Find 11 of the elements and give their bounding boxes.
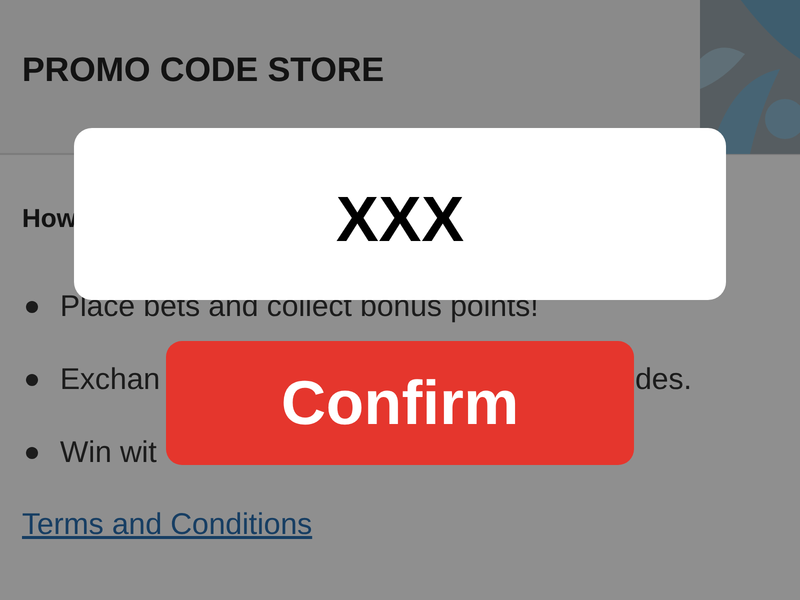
bullet-text: Exchan bbox=[60, 363, 160, 397]
terms-link[interactable]: Terms and Conditions bbox=[22, 508, 312, 542]
store-title: PROMO CODE STORE bbox=[22, 51, 384, 90]
bullet-icon bbox=[26, 374, 38, 386]
bullet-icon bbox=[26, 447, 38, 459]
section-heading: How bbox=[22, 203, 77, 235]
confirm-button[interactable]: Confirm bbox=[166, 341, 634, 465]
promo-code: XXX bbox=[336, 182, 464, 256]
bullet-text: des. bbox=[635, 363, 692, 397]
bullet-text: Win wit bbox=[60, 436, 157, 470]
bullet-icon bbox=[26, 301, 38, 313]
